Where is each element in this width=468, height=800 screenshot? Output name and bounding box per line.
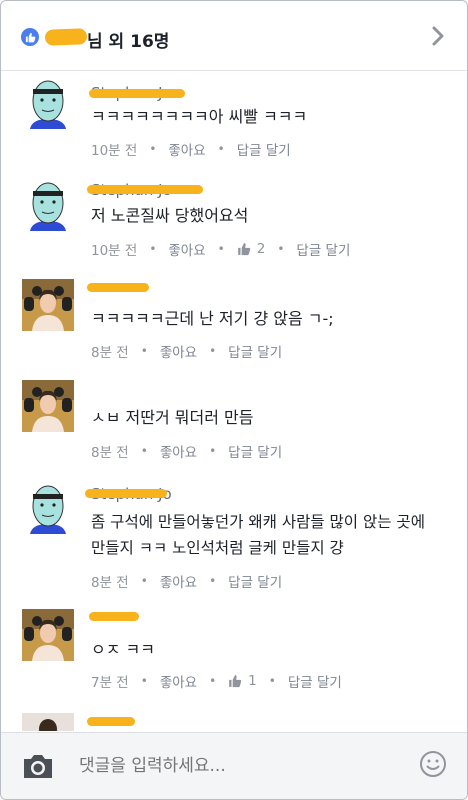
reply-button[interactable]: 답글 달기 <box>228 341 282 361</box>
reply-button[interactable]: 답글 달기 <box>288 671 342 691</box>
reply-button[interactable]: 답글 달기 <box>237 139 291 159</box>
comment-text: 좀 구석에 만들어놓던가 왜캐 사람들 많이 앉는 곳에 <box>91 513 425 531</box>
avatar[interactable] <box>22 380 74 432</box>
comment-time: 8분 전 <box>91 345 129 361</box>
smiley-icon[interactable] <box>419 750 447 778</box>
comment-meta: 10분 전 • 좋아요 • 2 • 답글 달기 <box>91 239 351 259</box>
redacted-name <box>87 283 149 292</box>
thumbs-up-icon <box>21 28 39 46</box>
likes-summary: 님 외 16명 <box>87 32 170 52</box>
reply-button[interactable]: 답글 달기 <box>296 239 350 259</box>
avatar[interactable] <box>22 713 74 731</box>
reply-button[interactable]: 답글 달기 <box>228 571 282 591</box>
redacted-name <box>85 489 167 498</box>
like-button[interactable]: 좋아요 <box>160 671 197 691</box>
comment-meta: 7분 전 • 좋아요 • 1 • 답글 달기 <box>91 671 342 691</box>
avatar[interactable] <box>22 279 74 331</box>
chevron-right-icon[interactable] <box>427 23 449 49</box>
redacted-name <box>89 612 139 621</box>
like-count: 2 <box>256 241 266 257</box>
comment-meta: 8분 전 • 좋아요 • 답글 달기 <box>91 571 282 591</box>
camera-icon[interactable] <box>21 751 55 781</box>
thumbs-up-icon <box>237 242 251 256</box>
avatar[interactable] <box>22 482 74 534</box>
comment-input[interactable] <box>79 753 399 779</box>
comment-time: 10분 전 <box>91 243 138 259</box>
comment-text: ㅋㅋㅋㅋㅋㅋㅋㅋ아 씨빨 ㅋㅋㅋ <box>91 107 308 126</box>
comment-meta: 10분 전 • 좋아요 • 답글 달기 <box>91 139 291 159</box>
comment-text: ㅋㅋㅋㅋㅋ근데 난 저기 걍 앉음 ㄱ-; <box>91 309 334 328</box>
like-button[interactable]: 좋아요 <box>160 441 197 461</box>
thumbs-up-icon <box>228 674 242 688</box>
comment-composer <box>1 732 467 799</box>
redacted-name <box>87 185 203 194</box>
like-button[interactable]: 좋아요 <box>168 139 205 159</box>
comment-meta: 8분 전 • 좋아요 • 답글 달기 <box>91 441 282 461</box>
reply-button[interactable]: 답글 달기 <box>228 441 282 461</box>
redacted-name <box>44 28 88 46</box>
comment-text: 만들지 ㅋㅋ 노인석처럼 글케 만들지 걍 <box>91 539 344 557</box>
avatar[interactable] <box>22 77 74 129</box>
comments-screen: 님 외 16명 Stephan Jo ㅋㅋㅋㅋㅋㅋㅋㅋ아 씨빨 ㅋㅋㅋ <box>0 0 468 800</box>
redacted-name <box>89 89 185 98</box>
comment-text: 저 노콘질싸 당했어요석 <box>91 206 249 225</box>
like-button[interactable]: 좋아요 <box>160 571 197 591</box>
comment-text: ㅅㅂ 저딴거 뭐더러 만듬 <box>91 408 254 427</box>
comment-time: 10분 전 <box>91 143 138 159</box>
avatar[interactable] <box>22 609 74 661</box>
comment-list: Stephan Jo ㅋㅋㅋㅋㅋㅋㅋㅋ아 씨빨 ㅋㅋㅋ 10분 전 • 좋아요 … <box>1 71 467 731</box>
comment-time: 7분 전 <box>91 675 129 691</box>
likes-header[interactable]: 님 외 16명 <box>1 1 467 71</box>
comment-time: 8분 전 <box>91 445 129 461</box>
comment-time: 8분 전 <box>91 575 129 591</box>
like-button[interactable]: 좋아요 <box>160 341 197 361</box>
redacted-name <box>87 717 135 726</box>
comment-text: ㅇㅈ ㅋㅋ <box>91 640 155 659</box>
like-button[interactable]: 좋아요 <box>168 239 205 259</box>
avatar[interactable] <box>22 179 74 231</box>
comment-meta: 8분 전 • 좋아요 • 답글 달기 <box>91 341 282 361</box>
like-count: 1 <box>248 673 257 689</box>
